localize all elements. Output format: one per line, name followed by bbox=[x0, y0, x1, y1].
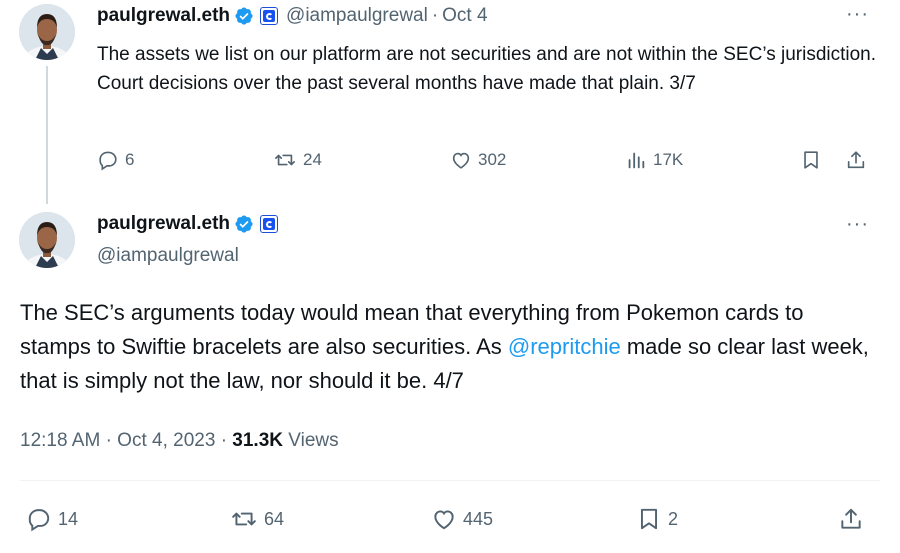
views-button[interactable]: 17K bbox=[625, 149, 683, 171]
verified-badge-icon bbox=[234, 6, 254, 26]
bookmark-button[interactable] bbox=[800, 149, 822, 171]
like-count: 445 bbox=[463, 508, 494, 529]
reply-button[interactable]: 6 bbox=[97, 149, 134, 171]
reply-button[interactable]: 14 bbox=[26, 506, 78, 532]
mention-link[interactable]: @repritchie bbox=[508, 334, 621, 359]
tweet2-header: paulgrewal.eth bbox=[97, 213, 279, 235]
thread-line bbox=[46, 66, 48, 204]
reply-icon bbox=[28, 509, 50, 532]
share-icon bbox=[841, 508, 861, 529]
bookmark-icon bbox=[804, 151, 818, 169]
more-icon[interactable]: ··· bbox=[846, 4, 869, 24]
affiliate-badge-icon[interactable] bbox=[260, 7, 279, 25]
tweet-text: The SEC’s arguments today would mean tha… bbox=[20, 296, 880, 398]
like-count: 302 bbox=[478, 150, 507, 169]
post-time[interactable]: 12:18 AM bbox=[20, 430, 100, 451]
affiliate-badge-icon[interactable] bbox=[260, 215, 279, 233]
divider bbox=[20, 480, 880, 481]
separator: · bbox=[431, 5, 439, 26]
reply-icon bbox=[99, 151, 117, 171]
tweet1-header: paulgrewal.eth @iampaulgrewal · Oct 4 bbox=[97, 5, 488, 27]
handle[interactable]: @iampaulgrewal bbox=[97, 245, 239, 267]
bookmark-icon bbox=[640, 508, 658, 530]
repost-button[interactable]: 24 bbox=[273, 149, 322, 171]
reply-count: 6 bbox=[125, 150, 135, 169]
avatar[interactable] bbox=[19, 212, 75, 268]
views-count: 31.3K bbox=[232, 430, 283, 451]
post-date[interactable]: Oct 4, 2023 bbox=[117, 430, 215, 451]
repost-count: 24 bbox=[303, 150, 322, 169]
repost-icon bbox=[275, 154, 295, 166]
share-button[interactable] bbox=[838, 506, 864, 532]
tweet-meta: 12:18 AM · Oct 4, 2023 · 31.3K Views bbox=[20, 430, 339, 452]
repost-button[interactable]: 64 bbox=[230, 506, 284, 532]
views-icon bbox=[628, 152, 645, 169]
separator: · bbox=[105, 430, 112, 451]
bookmark-count: 2 bbox=[668, 508, 679, 529]
like-icon bbox=[452, 152, 470, 169]
post-date[interactable]: Oct 4 bbox=[442, 5, 487, 27]
separator: · bbox=[220, 430, 228, 451]
bookmark-button[interactable]: 2 bbox=[636, 506, 678, 532]
views-count: 17K bbox=[653, 150, 684, 169]
share-button[interactable] bbox=[845, 149, 867, 171]
more-icon[interactable]: ··· bbox=[846, 214, 869, 234]
repost-icon bbox=[232, 512, 256, 526]
share-icon bbox=[847, 151, 865, 169]
display-name[interactable]: paulgrewal.eth bbox=[97, 213, 230, 235]
display-name[interactable]: paulgrewal.eth bbox=[97, 5, 230, 27]
like-button[interactable]: 302 bbox=[450, 149, 506, 171]
tweet-text: The assets we list on our platform are n… bbox=[97, 44, 877, 94]
like-button[interactable]: 445 bbox=[431, 506, 493, 532]
repost-count: 64 bbox=[264, 508, 285, 529]
views-label: Views bbox=[288, 430, 339, 451]
verified-badge-icon bbox=[234, 214, 254, 234]
handle[interactable]: @iampaulgrewal bbox=[286, 5, 428, 27]
avatar[interactable] bbox=[19, 4, 75, 60]
like-icon bbox=[434, 510, 454, 530]
reply-count: 14 bbox=[58, 508, 79, 529]
